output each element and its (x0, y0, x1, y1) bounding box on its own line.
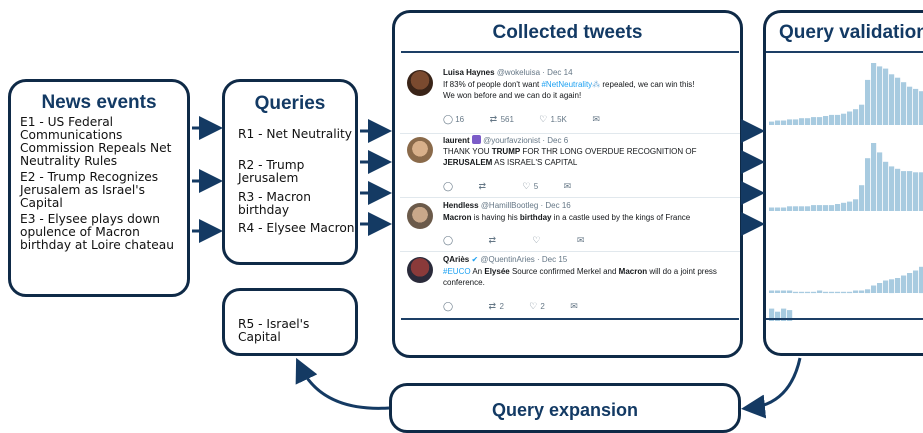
arrow-validation-to-expansion (741, 357, 802, 419)
arrow-expansion-to-r5 (295, 357, 390, 410)
flow-arrows (192, 116, 802, 419)
